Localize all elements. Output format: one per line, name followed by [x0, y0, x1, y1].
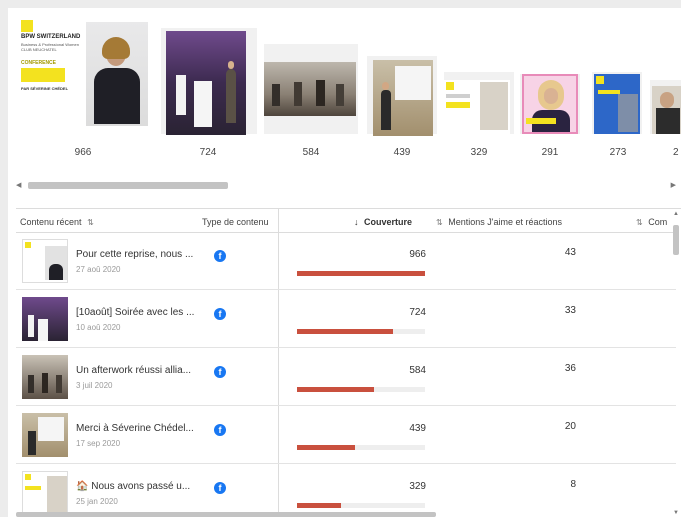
thumbnail-count: 329: [470, 147, 488, 158]
thumbnail-8[interactable]: [650, 80, 681, 134]
coverage-value: 724: [409, 307, 426, 318]
header-content-type[interactable]: Type de contenu: [202, 217, 269, 227]
header-coverage[interactable]: ↓ Couverture: [354, 217, 412, 227]
coverage-bar: [297, 387, 425, 392]
thumbnail-6[interactable]: [520, 74, 580, 134]
table-header: Contenu récent ⇅ Type de contenu ↓ Couve…: [16, 209, 676, 233]
thumbnail-count: 273: [609, 147, 627, 158]
post-date: 25 jan 2020: [76, 497, 118, 506]
bpw-headline: CONFERENCE: [21, 60, 57, 66]
bpw-speaker: PAR SÉVERINE CHÉDEL: [21, 86, 69, 91]
thumbnail-count: 584: [302, 147, 320, 158]
post-title[interactable]: [10août] Soirée avec les ...: [76, 307, 194, 318]
table-row[interactable]: Merci à Séverine Chédel... 17 sep 2020 f…: [16, 407, 676, 464]
facebook-icon: f: [214, 366, 226, 378]
post-date: 17 sep 2020: [76, 439, 121, 448]
vertical-scrollbar[interactable]: ▲ ▼: [671, 209, 681, 517]
thumbnail-image: [594, 74, 640, 134]
coverage-value: 329: [409, 481, 426, 492]
scroll-down-icon[interactable]: ▼: [673, 510, 679, 516]
content-table: Contenu récent ⇅ Type de contenu ↓ Couve…: [16, 208, 681, 517]
coverage-bar: [297, 329, 425, 334]
sort-icon: ⇅: [636, 218, 643, 227]
coverage-bar-fill: [297, 387, 374, 392]
thumbnail-7[interactable]: [592, 72, 642, 134]
scrollbar-thumb[interactable]: [673, 225, 679, 255]
likes-value: 33: [564, 305, 576, 316]
speaker-portrait: [86, 22, 148, 126]
thumbnail-strip: BPW SWITZERLAND Business & Professional …: [8, 8, 681, 189]
sort-icon: ⇅: [87, 218, 94, 227]
coverage-bar-fill: [297, 329, 393, 334]
bpw-logo: BPW SWITZERLAND: [21, 34, 81, 40]
post-thumbnail: [22, 471, 68, 515]
post-title[interactable]: Pour cette reprise, nous ...: [76, 249, 193, 260]
coverage-value: 584: [409, 365, 426, 376]
thumbnail-image: BPW SWITZERLAND Business & Professional …: [18, 16, 148, 134]
thumbnail-image: [373, 60, 433, 136]
thumbnail-image: [522, 74, 578, 134]
scroll-up-icon[interactable]: ▲: [673, 211, 679, 217]
likes-value: 43: [564, 247, 576, 258]
thumbnail-2[interactable]: [161, 28, 257, 135]
horizontal-scrollbar[interactable]: ◀ ▶: [16, 180, 676, 192]
thumbnail-count: 2: [673, 147, 679, 158]
bpw-logo-icon: [21, 20, 33, 32]
coverage-bar-fill: [297, 503, 341, 508]
post-date: 10 aoû 2020: [76, 323, 121, 332]
likes-value: 20: [564, 421, 576, 432]
facebook-icon: f: [214, 424, 226, 436]
thumbnail-image: [444, 80, 510, 134]
post-date: 27 aoû 2020: [76, 265, 121, 274]
thumbnail-count: 724: [199, 147, 217, 158]
post-thumbnail: [22, 355, 68, 399]
facebook-icon: f: [214, 482, 226, 494]
post-title[interactable]: Un afterwork réussi allia...: [76, 365, 191, 376]
thumbnail-count: 439: [393, 147, 411, 158]
table-horizontal-scrollbar[interactable]: [16, 512, 436, 517]
coverage-bar: [297, 271, 425, 276]
scrollbar-thumb[interactable]: [28, 182, 228, 189]
thumbnail-image: [264, 62, 356, 116]
thumbnail-1[interactable]: BPW SWITZERLAND Business & Professional …: [18, 16, 148, 134]
thumbnail-count: 966: [74, 147, 92, 158]
sort-icon: ⇅: [436, 218, 443, 227]
header-comments[interactable]: ⇅ Com: [636, 217, 667, 227]
scroll-left-icon[interactable]: ◀: [16, 181, 21, 189]
post-thumbnail: [22, 297, 68, 341]
table-row[interactable]: 🏠 Nous avons passé u... 25 jan 2020 f 32…: [16, 465, 676, 517]
coverage-bar: [297, 445, 425, 450]
post-title[interactable]: Merci à Séverine Chédel...: [76, 423, 194, 434]
likes-value: 36: [564, 363, 576, 374]
thumbnail-5[interactable]: [444, 72, 514, 134]
coverage-value: 439: [409, 423, 426, 434]
thumbnail-count: 291: [541, 147, 559, 158]
coverage-bar-fill: [297, 271, 425, 276]
facebook-icon: f: [214, 250, 226, 262]
thumbnail-3[interactable]: [264, 44, 358, 134]
bpw-highlight: [21, 68, 65, 82]
table-row[interactable]: Un afterwork réussi allia... 3 juil 2020…: [16, 349, 676, 406]
bpw-club: CLUB NEUCHATEL: [21, 47, 57, 52]
header-likes[interactable]: ⇅ Mentions J'aime et réactions: [436, 217, 562, 227]
post-date: 3 juil 2020: [76, 381, 113, 390]
coverage-bar-fill: [297, 445, 355, 450]
post-thumbnail: [22, 239, 68, 283]
thumbnail-image: [166, 31, 246, 135]
scroll-right-icon[interactable]: ▶: [671, 181, 676, 189]
content-insights-panel: BPW SWITZERLAND Business & Professional …: [8, 8, 681, 517]
thumbnail-image: [652, 86, 681, 134]
thumbnail-4[interactable]: [367, 56, 437, 136]
table-row[interactable]: Pour cette reprise, nous ... 27 aoû 2020…: [16, 233, 676, 290]
post-thumbnail: [22, 413, 68, 457]
facebook-icon: f: [214, 308, 226, 320]
table-row[interactable]: [10août] Soirée avec les ... 10 aoû 2020…: [16, 291, 676, 348]
likes-value: 8: [570, 479, 576, 490]
sort-down-icon: ↓: [354, 217, 359, 227]
header-content-recent[interactable]: Contenu récent ⇅: [20, 217, 94, 227]
coverage-value: 966: [409, 249, 426, 260]
post-title[interactable]: 🏠 Nous avons passé u...: [76, 481, 190, 492]
coverage-bar: [297, 503, 425, 508]
